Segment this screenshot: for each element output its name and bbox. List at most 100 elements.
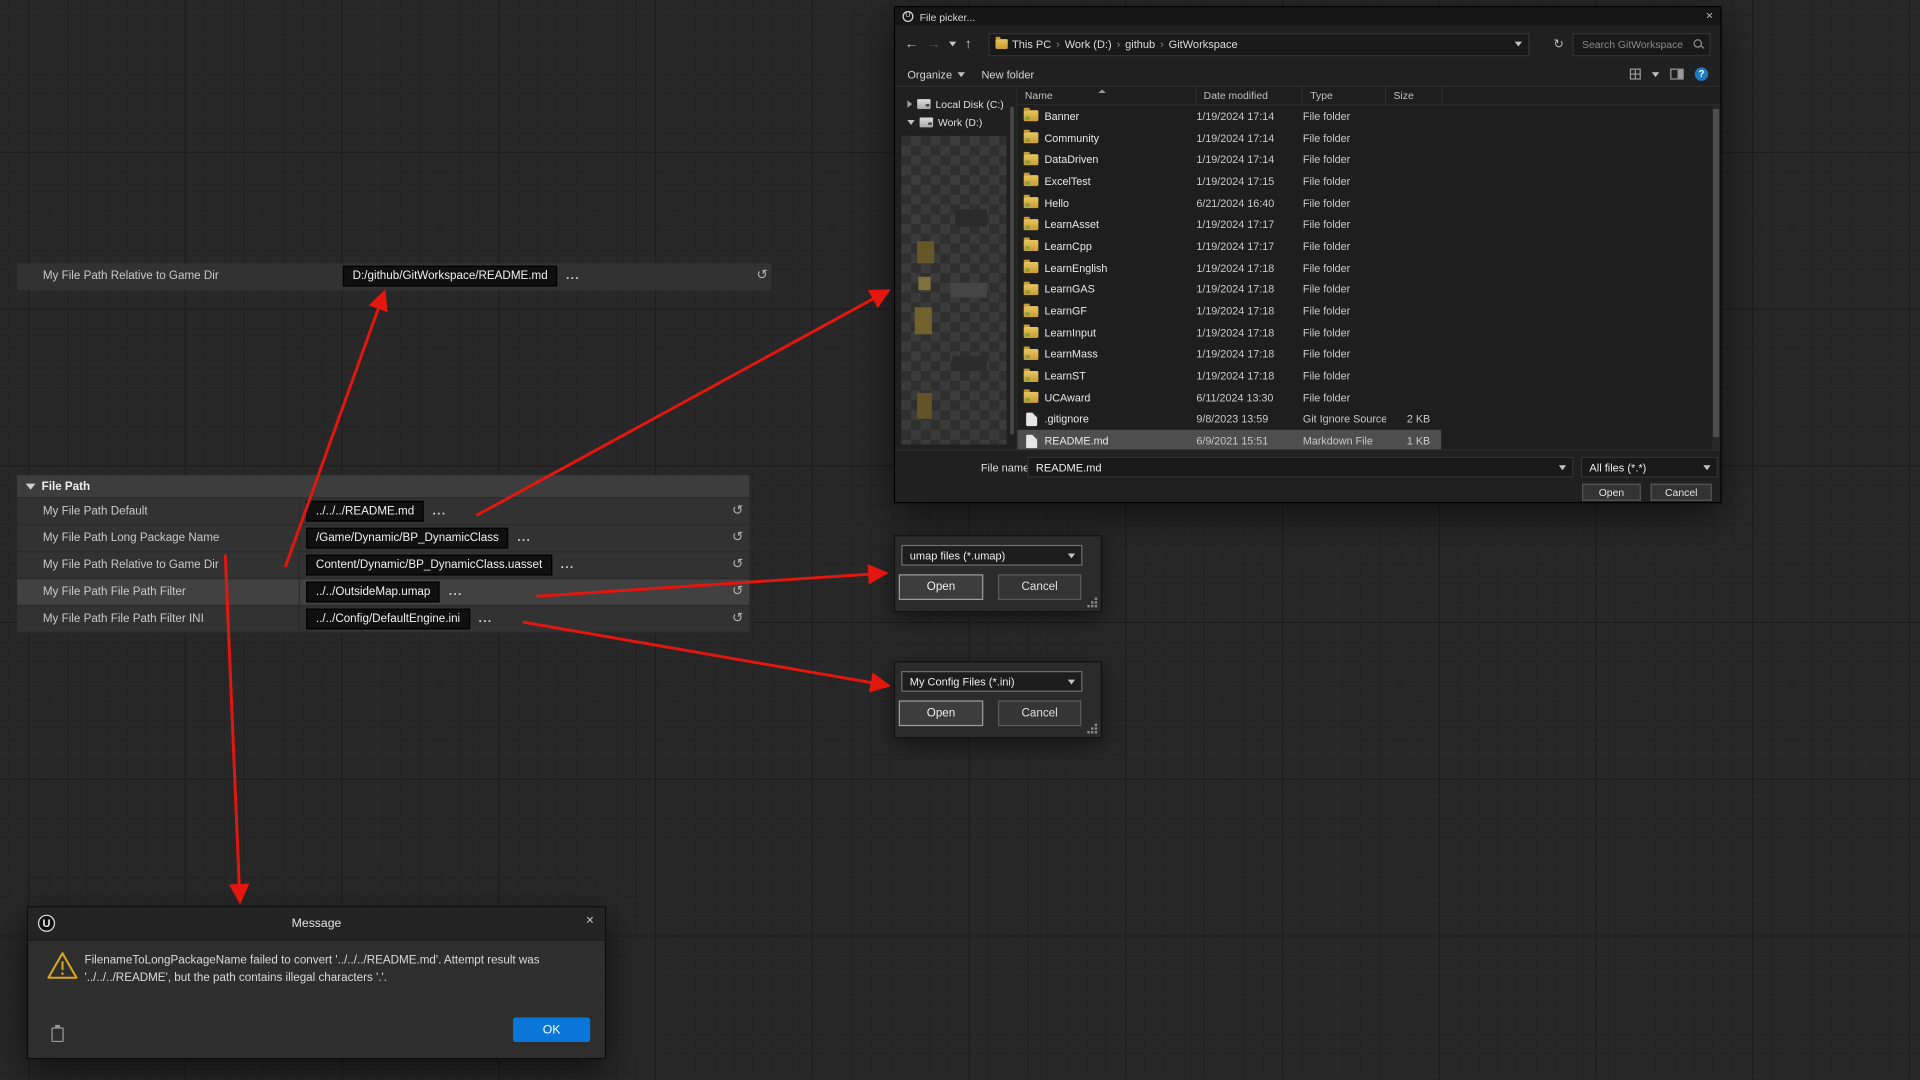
- browse-ellipsis-button[interactable]: ...: [566, 269, 580, 282]
- chevron-down-icon: [1068, 553, 1075, 558]
- sort-ascending-icon: [1098, 89, 1105, 93]
- browse-ellipsis-button[interactable]: ...: [517, 531, 531, 544]
- file-list: Name Date modified Type Size Banner1/19/…: [1018, 87, 1721, 449]
- folder-icon: [1024, 371, 1039, 382]
- view-mode-icon[interactable]: [1630, 69, 1641, 80]
- file-row[interactable]: Banner1/19/2024 17:14File folder: [1018, 105, 1442, 127]
- file-row[interactable]: LearnMass1/19/2024 17:18File folder: [1018, 344, 1442, 366]
- close-icon[interactable]: ×: [1706, 10, 1713, 22]
- new-folder-button[interactable]: New folder: [981, 68, 1034, 80]
- copy-to-clipboard-icon[interactable]: [51, 1027, 63, 1042]
- chevron-down-icon: [1068, 679, 1075, 684]
- breadcrumb-separator: ›: [1056, 38, 1060, 50]
- file-row[interactable]: UCAward6/11/2024 13:30File folder: [1018, 387, 1442, 409]
- resize-grip[interactable]: [1086, 598, 1097, 609]
- reset-to-default-button[interactable]: ↺: [732, 531, 743, 544]
- file-row[interactable]: Hello6/21/2024 16:40File folder: [1018, 192, 1442, 214]
- cancel-button[interactable]: Cancel: [998, 700, 1081, 726]
- reset-to-default-button[interactable]: ↺: [732, 504, 743, 517]
- file-row[interactable]: LearnGF1/19/2024 17:18File folder: [1018, 300, 1442, 322]
- file-name-combobox[interactable]: README.md: [1027, 457, 1573, 478]
- help-icon[interactable]: ?: [1695, 67, 1708, 80]
- sidebar-scrollbar[interactable]: [1010, 107, 1014, 435]
- folder-icon: [1024, 197, 1039, 208]
- address-bar[interactable]: This PC › Work (D:) › github › GitWorksp…: [988, 32, 1529, 55]
- path-text-field[interactable]: /Game/Dynamic/BP_DynamicClass: [306, 528, 509, 549]
- column-header-name[interactable]: Name: [1018, 87, 1197, 104]
- address-dropdown-chevron-icon[interactable]: [1514, 42, 1521, 47]
- path-text-field[interactable]: ../../OutsideMap.umap: [306, 582, 440, 603]
- cancel-button[interactable]: Cancel: [1651, 484, 1712, 501]
- folder-icon: [1024, 154, 1039, 165]
- file-type-combobox[interactable]: All files (*.*): [1581, 457, 1718, 478]
- browse-ellipsis-button[interactable]: ...: [478, 612, 492, 625]
- up-icon[interactable]: ↑: [965, 37, 972, 52]
- file-picker-window: U File picker... × ← → ↑ This PC › Work …: [894, 6, 1722, 503]
- titlebar[interactable]: U Message ×: [28, 907, 605, 940]
- back-icon[interactable]: ←: [905, 37, 918, 52]
- reset-to-default-button[interactable]: ↺: [732, 558, 743, 571]
- folder-icon: [1024, 262, 1039, 273]
- property-row-file-path-filter: My File Path File Path Filter ../../Outs…: [17, 579, 749, 606]
- file-row[interactable]: LearnCpp1/19/2024 17:17File folder: [1018, 235, 1442, 257]
- path-text-field[interactable]: D:/github/GitWorkspace/README.md: [343, 266, 558, 287]
- titlebar[interactable]: U File picker... ×: [895, 7, 1720, 25]
- folder-icon: [1024, 284, 1039, 295]
- column-headers: Name Date modified Type Size: [1018, 87, 1721, 105]
- window-title: File picker...: [920, 10, 1700, 22]
- column-header-type[interactable]: Type: [1303, 87, 1386, 104]
- file-filter-dropdown[interactable]: umap files (*.umap): [901, 545, 1082, 566]
- resize-grip[interactable]: [1086, 724, 1097, 735]
- reset-to-default-button[interactable]: ↺: [732, 612, 743, 625]
- organize-menu[interactable]: Organize: [907, 68, 964, 80]
- file-row[interactable]: LearnEnglish1/19/2024 17:18File folder: [1018, 257, 1442, 279]
- file-path-details-panel: File Path My File Path Default ../../../…: [17, 475, 749, 633]
- open-button[interactable]: Open: [1582, 484, 1641, 501]
- section-header-file-path[interactable]: File Path: [17, 475, 749, 498]
- path-text-field[interactable]: ../../Config/DefaultEngine.ini: [306, 609, 470, 630]
- file-row[interactable]: LearnInput1/19/2024 17:18File folder: [1018, 322, 1442, 344]
- open-button[interactable]: Open: [899, 700, 983, 726]
- sidebar-item-label: Local Disk (C:): [936, 97, 1004, 109]
- breadcrumb-separator: ›: [1117, 38, 1121, 50]
- browse-ellipsis-button[interactable]: ...: [433, 504, 447, 517]
- file-row[interactable]: LearnST1/19/2024 17:18File folder: [1018, 365, 1442, 387]
- file-row[interactable]: .gitignore9/8/2023 13:59Git Ignore Sourc…: [1018, 409, 1442, 431]
- file-row[interactable]: ExcelTest1/19/2024 17:15File folder: [1018, 170, 1442, 192]
- forward-icon[interactable]: →: [927, 37, 940, 52]
- breadcrumb-item[interactable]: Work (D:): [1065, 38, 1112, 50]
- breadcrumb-item[interactable]: github: [1125, 38, 1155, 50]
- ok-button[interactable]: OK: [513, 1018, 590, 1042]
- expand-arrow-icon: [26, 483, 36, 489]
- file-row[interactable]: Community1/19/2024 17:14File folder: [1018, 127, 1442, 149]
- search-box[interactable]: [1572, 32, 1710, 55]
- file-row[interactable]: LearnAsset1/19/2024 17:17File folder: [1018, 214, 1442, 236]
- close-icon[interactable]: ×: [586, 915, 594, 928]
- file-row[interactable]: LearnGAS1/19/2024 17:18File folder: [1018, 279, 1442, 301]
- browse-ellipsis-button[interactable]: ...: [449, 585, 463, 598]
- reset-to-default-button[interactable]: ↺: [732, 585, 743, 598]
- view-mode-chevron-icon[interactable]: [1652, 72, 1659, 77]
- file-filter-dropdown[interactable]: My Config Files (*.ini): [901, 671, 1082, 692]
- search-input[interactable]: [1580, 37, 1690, 52]
- column-header-size[interactable]: Size: [1386, 87, 1442, 104]
- path-text-field[interactable]: Content/Dynamic/BP_DynamicClass.uasset: [306, 555, 552, 576]
- file-row-selected[interactable]: README.md6/9/2021 15:51Markdown File1 KB: [1018, 430, 1442, 449]
- open-button[interactable]: Open: [899, 574, 983, 600]
- file-row[interactable]: DataDriven1/19/2024 17:14File folder: [1018, 149, 1442, 171]
- refresh-icon[interactable]: ↻: [1553, 37, 1563, 50]
- scrollbar-thumb[interactable]: [1713, 109, 1719, 437]
- recent-locations-chevron-icon[interactable]: [949, 42, 956, 47]
- breadcrumb-item[interactable]: GitWorkspace: [1169, 38, 1238, 50]
- browse-ellipsis-button[interactable]: ...: [561, 558, 575, 571]
- column-header-date-modified[interactable]: Date modified: [1196, 87, 1303, 104]
- reset-to-default-button[interactable]: ↺: [756, 269, 767, 282]
- path-text-field[interactable]: ../../../README.md: [306, 501, 424, 522]
- sidebar-item-local-disk-c[interactable]: Local Disk (C:): [895, 94, 1016, 112]
- cancel-button[interactable]: Cancel: [998, 574, 1081, 600]
- breadcrumb-item[interactable]: This PC: [1012, 38, 1051, 50]
- preview-pane-icon[interactable]: [1670, 69, 1683, 80]
- folder-icon: [1024, 327, 1039, 338]
- list-scrollbar[interactable]: [1712, 105, 1721, 449]
- sidebar-item-work-d[interactable]: Work (D:): [895, 113, 1016, 131]
